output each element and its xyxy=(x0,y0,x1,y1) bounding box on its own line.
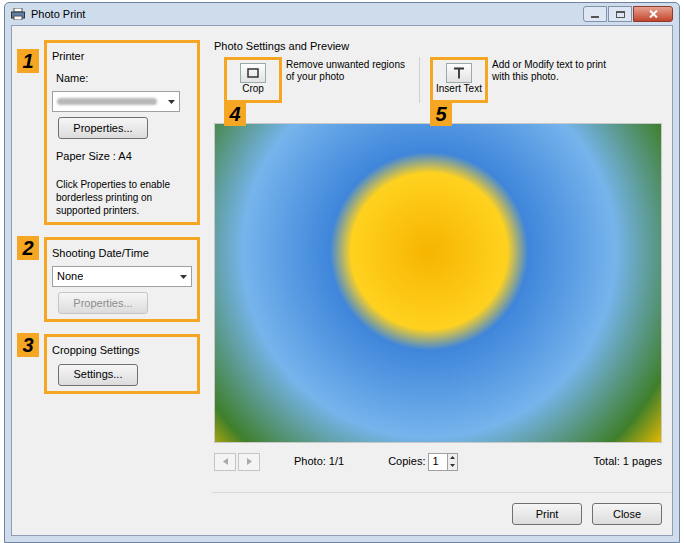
screen: Photo Print 1 Printer Name: Properties... Pap… xyxy=(0,0,684,543)
callout-number: 5 xyxy=(430,102,452,126)
callout-number: 4 xyxy=(224,102,246,126)
maximize-icon[interactable] xyxy=(608,6,632,22)
shooting-heading: Shooting Date/Time xyxy=(52,245,192,262)
printer-select[interactable] xyxy=(52,91,180,112)
printer-group: 1PrinterName:Properties...Paper Size : A… xyxy=(44,40,200,225)
preview-heading: Photo Settings and Preview xyxy=(214,38,662,55)
window-title: Photo Print xyxy=(31,6,577,23)
dialog-button[interactable]: Print xyxy=(512,503,582,525)
minimize-icon[interactable] xyxy=(583,6,607,22)
tool: Crop4Remove unwanted regions of your pho… xyxy=(214,57,420,103)
text-icon xyxy=(453,67,465,79)
paper-size: Paper Size : A4 xyxy=(52,148,192,165)
callout-number: 2 xyxy=(17,236,39,260)
tool-button[interactable]: Insert Text5 xyxy=(430,57,488,103)
up-arrow-icon[interactable] xyxy=(450,456,455,459)
dialog-body: 1 Printer Name: Properties... Paper Size : A… xyxy=(11,25,673,536)
printer-heading: Printer xyxy=(52,48,192,65)
next-icon xyxy=(247,458,252,465)
printer-note: Click Properties to enable borderless pr… xyxy=(52,178,192,217)
printer-properties-button[interactable]: Properties... xyxy=(58,117,148,139)
tool-button[interactable]: Crop4 xyxy=(224,57,282,103)
photo-counter: Photo: 1/1 xyxy=(294,453,344,470)
shooting-properties-button[interactable]: Properties... xyxy=(58,292,148,314)
tool: Insert Text5Add or Modify text to print … xyxy=(426,57,662,103)
tool-bar: Crop4Remove unwanted regions of your pho… xyxy=(214,57,662,119)
printer-icon xyxy=(11,8,25,20)
copies-spinner[interactable]: 1 xyxy=(428,453,458,471)
dropdown-arrow-icon xyxy=(180,275,187,279)
name-label: Name: xyxy=(52,70,192,87)
tool-description: Add or Modify text to print with this ph… xyxy=(492,57,612,83)
title-bar[interactable]: Photo Print xyxy=(5,3,679,25)
previous-button[interactable] xyxy=(214,453,236,471)
callout-number: 1 xyxy=(17,49,39,73)
shooting-select[interactable]: None xyxy=(52,266,192,287)
tool-description: Remove unwanted regions of your photo xyxy=(286,57,406,83)
dropdown-arrow-icon xyxy=(168,100,175,104)
dialog-button[interactable]: Close xyxy=(592,503,662,525)
cropping-settings-button[interactable]: Settings... xyxy=(58,364,138,386)
crop-icon xyxy=(247,68,259,78)
next-button[interactable] xyxy=(238,453,260,471)
total-pages: Total: 1 pages xyxy=(594,453,663,470)
window: Photo Print 1 Printer Name: Properties... Pap… xyxy=(4,2,680,543)
cropping-group: 3Cropping SettingsSettings... xyxy=(44,334,200,394)
photo-preview xyxy=(214,123,662,443)
preview-panel: Photo Settings and PreviewCrop4Remove un… xyxy=(206,26,672,492)
photo-navigation: Photo: 1/1 Copies:1 Total: 1 pages xyxy=(214,451,662,473)
button-bar: Print Close xyxy=(212,492,672,535)
tool-label: Crop xyxy=(242,83,264,95)
tool-label: Insert Text xyxy=(436,83,482,95)
previous-icon xyxy=(223,458,228,465)
close-icon[interactable] xyxy=(633,6,673,22)
callout-number: 3 xyxy=(17,333,39,357)
shooting-group: 2Shooting Date/TimeNoneProperties... xyxy=(44,237,200,323)
left-panel: 1 Printer Name: Properties... Paper Size : A… xyxy=(12,26,206,492)
cropping-heading: Cropping Settings xyxy=(52,342,192,359)
copies-label: Copies: xyxy=(388,453,425,470)
down-arrow-icon[interactable] xyxy=(450,464,455,467)
